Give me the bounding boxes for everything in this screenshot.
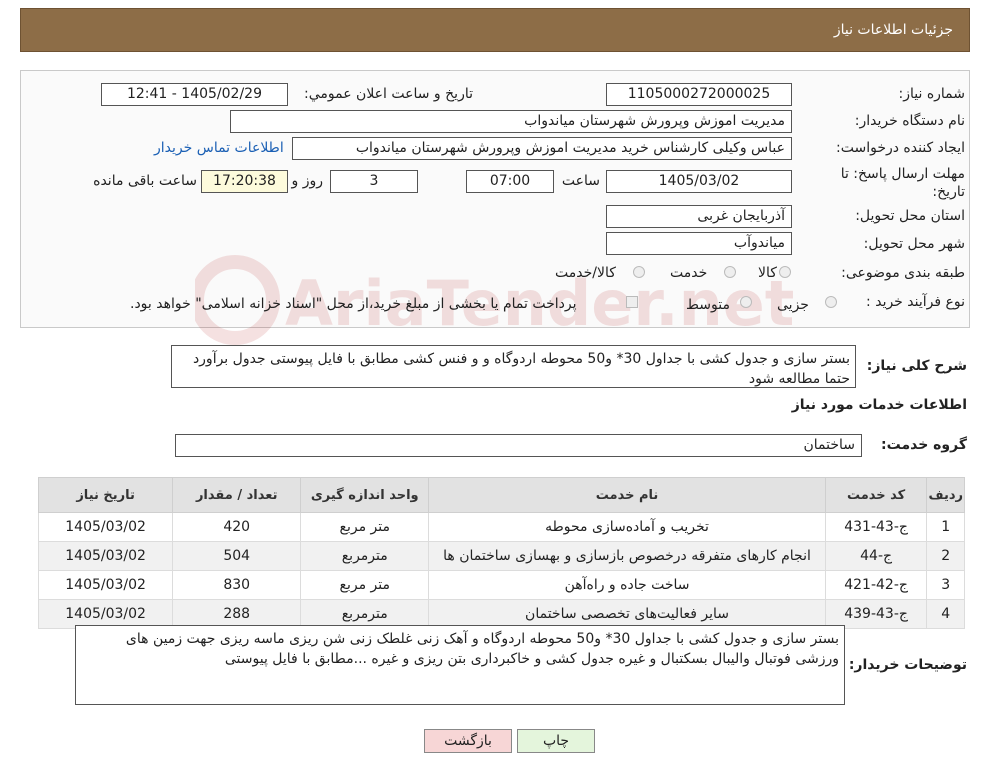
days-field: 3 (330, 170, 418, 193)
table-row: 3 ج-42-421 ساخت جاده و راه‌آهن متر مربع … (37, 570, 965, 600)
cell-code: ج-42-421 (824, 570, 928, 600)
deadline-time-field: 07:00 (466, 170, 554, 193)
process-note: پرداخت تمام یا بخشی از مبلغ خرید،از محل … (130, 296, 577, 312)
print-button[interactable]: چاپ (517, 729, 595, 753)
col-name: نام خدمت (428, 477, 826, 513)
cell-code: ج-43-431 (824, 512, 928, 542)
col-qty: تعداد / مقدار (172, 477, 302, 513)
cell-qty: 420 (172, 512, 302, 542)
cell-name: ساخت جاده و راه‌آهن (428, 570, 826, 600)
cell-date: 1405/03/02 (37, 512, 174, 542)
need-number-label: شماره نیاز: (898, 86, 966, 102)
cell-name: انجام کارهای متفرقه درخصوص بازسازی و بهس… (428, 541, 826, 571)
back-button[interactable]: بازگشت (424, 729, 512, 753)
process-option-minor: جزیی (777, 297, 809, 313)
requester-field: عباس وکیلی کارشناس خرید مدیریت اموزش وپر… (292, 137, 792, 160)
city-label: شهر محل تحویل: (863, 236, 965, 252)
buyer-notes-textarea[interactable]: بستر سازی و جدول کشی با جداول 30* و50 مح… (75, 625, 845, 705)
cell-code: ج-44 (824, 541, 928, 571)
buyer-contact-link[interactable]: اطلاعات تماس خریدار (154, 140, 284, 156)
cell-row: 3 (926, 570, 965, 600)
cell-date: 1405/03/02 (37, 570, 174, 600)
category-option-goods: کالا (758, 265, 777, 281)
process-label: نوع فرآیند خرید : (866, 294, 965, 310)
requester-label: ایجاد کننده درخواست: (836, 140, 965, 156)
need-number-field: 1105000272000025 (606, 83, 792, 106)
col-date: تاریخ نیاز (37, 477, 174, 513)
cell-row: 1 (926, 512, 965, 542)
services-info-heading: اطلاعات خدمات مورد نیاز (791, 397, 967, 413)
cell-name: تخریب و آماده‌سازی محوطه (428, 512, 826, 542)
category-radio-service[interactable] (724, 266, 736, 278)
col-unit: واحد اندازه گیری (300, 477, 430, 513)
deadline-time-label: ساعت (561, 173, 600, 189)
remaining-label: ساعت باقی مانده (93, 173, 197, 189)
category-radio-goods[interactable] (779, 266, 791, 278)
col-code: کد خدمت (824, 477, 928, 513)
process-radio-medium[interactable] (740, 296, 752, 308)
remaining-time-field: 17:20:38 (201, 170, 288, 193)
table-row: 1 ج-43-431 تخریب و آماده‌سازی محوطه متر … (37, 512, 965, 542)
service-group-label: گروه خدمت: (881, 437, 967, 453)
city-field: میاندوآب (606, 232, 792, 255)
province-field: آذربایجان غربی (606, 205, 792, 228)
province-label: استان محل تحویل: (855, 208, 965, 224)
process-radio-minor[interactable] (825, 296, 837, 308)
cell-row: 2 (926, 541, 965, 571)
reply-deadline-label: مهلت ارسال پاسخ: تا تاریخ: (840, 166, 965, 200)
service-group-field: ساختمان (175, 434, 862, 457)
cell-qty: 504 (172, 541, 302, 571)
table-row: 2 ج-44 انجام کارهای متفرقه درخصوص بازساز… (37, 541, 965, 571)
announce-datetime-field: 1405/02/29 - 12:41 (101, 83, 288, 106)
days-label: روز و (291, 173, 324, 189)
cell-qty: 830 (172, 570, 302, 600)
table-header-row: ردیف کد خدمت نام خدمت واحد اندازه گیری ت… (37, 477, 965, 513)
buyer-org-field: مدیریت اموزش وپرورش شهرستان میاندواب (230, 110, 792, 133)
buyer-notes-label: توضیحات خریدار: (848, 657, 967, 673)
cell-unit: متر مربع (300, 512, 430, 542)
summary-label: شرح کلی نیاز: (866, 358, 967, 374)
cell-row: 4 (926, 599, 965, 629)
category-option-service: خدمت (670, 265, 708, 281)
col-row: ردیف (926, 477, 965, 513)
category-option-goods-service: کالا/خدمت (555, 265, 616, 281)
summary-textarea[interactable]: بستر سازی و جدول کشی با جداول 30* و50 مح… (171, 345, 856, 388)
cell-unit: مترمربع (300, 541, 430, 571)
category-label: طبقه بندی موضوعی: (841, 265, 965, 281)
buyer-org-label: نام دستگاه خریدار: (854, 113, 965, 129)
cell-date: 1405/03/02 (37, 541, 174, 571)
category-radio-goods-service[interactable] (633, 266, 645, 278)
process-option-medium: متوسط (686, 297, 730, 313)
page-header: جزئیات اطلاعات نیاز (20, 8, 970, 52)
services-table: ردیف کد خدمت نام خدمت واحد اندازه گیری ت… (37, 477, 965, 629)
page-title: جزئیات اطلاعات نیاز (833, 22, 953, 38)
process-note-checkbox[interactable] (626, 296, 638, 308)
cell-unit: متر مربع (300, 570, 430, 600)
announce-datetime-label: تاریخ و ساعت اعلان عمومي: (304, 86, 473, 102)
deadline-date-field: 1405/03/02 (606, 170, 792, 193)
